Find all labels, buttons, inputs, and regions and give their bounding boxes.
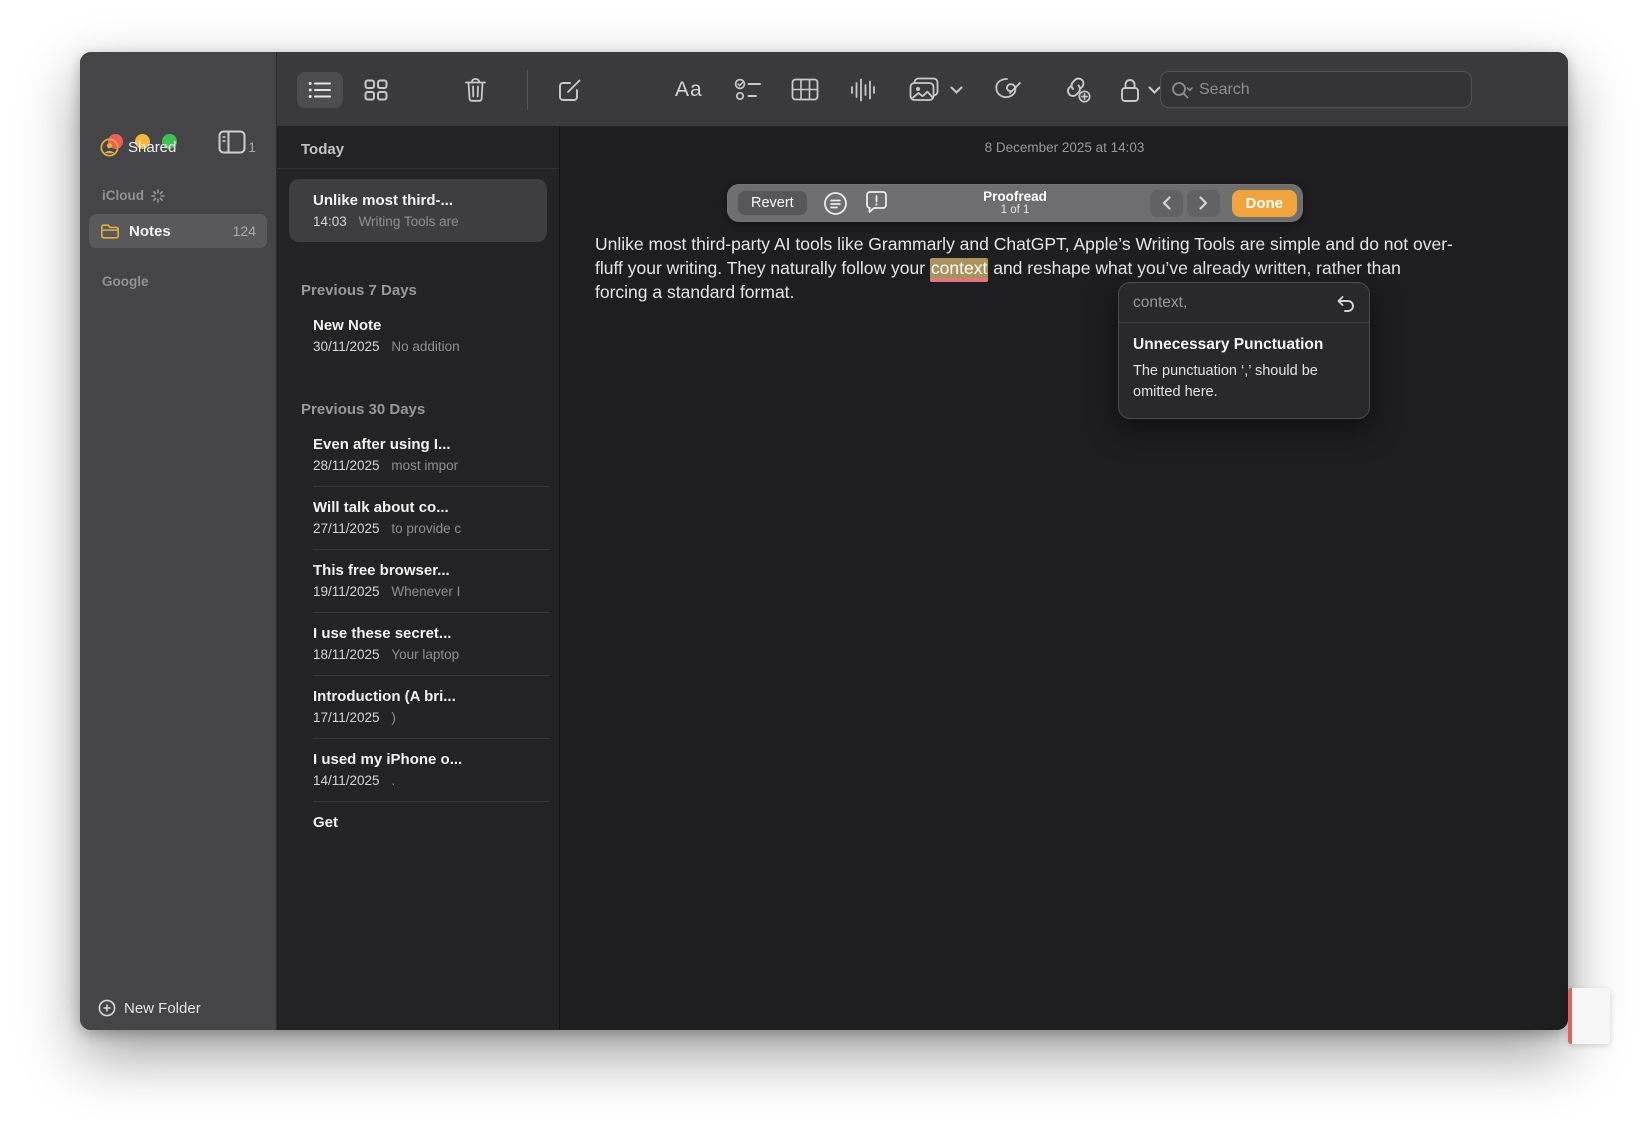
audio-waveform-button[interactable] (847, 52, 879, 127)
shared-person-icon (100, 138, 119, 157)
icloud-section-label: iCloud (102, 188, 144, 203)
shared-count: 1 (248, 139, 256, 155)
note-list-item[interactable]: This free browser... 19/11/2025 Whenever… (277, 550, 559, 612)
note-title: I use these secret... (313, 625, 545, 642)
note-title: Will talk about co... (313, 499, 545, 516)
note-list-item[interactable]: Will talk about co... 27/11/2025 to prov… (277, 487, 559, 549)
note-preview: No addition (391, 339, 459, 354)
suggestion-title: Unnecessary Punctuation (1119, 323, 1369, 354)
note-preview: most impor (391, 458, 458, 473)
search-icon (1171, 81, 1193, 99)
note-list-section-previous-30-days: Previous 30 Days (277, 367, 559, 424)
note-date: 19/11/2025 (313, 584, 380, 599)
note-list-item[interactable]: Introduction (A bri... 17/11/2025 ) (277, 676, 559, 738)
plus-circle-icon (98, 999, 116, 1017)
table-button[interactable] (789, 52, 821, 127)
sidebar-section-google[interactable]: Google (102, 274, 149, 289)
folder-icon (100, 223, 120, 240)
note-date: 28/11/2025 (313, 458, 380, 473)
background-page-artifact (1568, 988, 1610, 1044)
add-link-button[interactable] (1060, 52, 1094, 127)
next-suggestion-button[interactable] (1187, 190, 1220, 217)
sidebar: Shared 1 iCloud (80, 52, 277, 1030)
new-folder-label: New Folder (124, 1000, 201, 1017)
note-preview: . (391, 773, 395, 788)
sidebar-item-label: Shared (128, 139, 176, 156)
notes-window: Shared 1 iCloud (80, 52, 1568, 1030)
search-field[interactable] (1160, 71, 1472, 108)
note-preview: to provide c (391, 521, 461, 536)
note-date: 27/11/2025 (313, 521, 380, 536)
toolbar-separator (527, 70, 528, 110)
proofread-highlight[interactable]: context (930, 258, 988, 282)
format-button[interactable]: Aa (675, 52, 703, 127)
new-note-button[interactable] (554, 52, 586, 127)
summary-icon[interactable] (823, 191, 848, 216)
note-list-item-selected[interactable]: Unlike most third-... 14:03 Writing Tool… (289, 179, 547, 242)
note-list-item[interactable]: I used my iPhone o... 14/11/2025 . (277, 739, 559, 801)
note-date: 18/11/2025 (313, 647, 380, 662)
note-date: 30/11/2025 (313, 339, 380, 354)
sidebar-item-shared[interactable]: Shared 1 (89, 130, 267, 164)
note-preview: Whenever I (391, 584, 460, 599)
toolbar: Aa (277, 52, 1568, 127)
note-list-item[interactable]: New Note 30/11/2025 No addition (277, 305, 559, 367)
new-folder-button[interactable]: New Folder (98, 999, 201, 1017)
note-title: Unlike most third-... (313, 192, 533, 209)
feedback-bubble-icon[interactable] (864, 191, 889, 215)
note-list-item[interactable]: Get (277, 802, 559, 844)
note-title: Even after using I... (313, 436, 545, 453)
note-list-item[interactable]: Even after using I... 28/11/2025 most im… (277, 424, 559, 486)
sidebar-item-label: Notes (129, 223, 171, 240)
delete-note-button[interactable] (460, 52, 490, 127)
checklist-button[interactable] (732, 52, 764, 127)
note-list-section-previous-7-days: Previous 7 Days (277, 242, 559, 305)
note-title: New Note (313, 317, 545, 334)
search-input[interactable] (1199, 81, 1429, 99)
note-editor: 8 December 2025 at 14:03 Revert (561, 127, 1568, 1030)
gallery-view-button[interactable] (361, 52, 391, 127)
suggestion-popover: context, Unnecessary Punctuation The pun… (1118, 282, 1370, 419)
note-title: This free browser... (313, 562, 545, 579)
proofread-bar: Revert Proofread 1 of 1 (727, 184, 1303, 222)
done-button[interactable]: Done (1232, 190, 1298, 217)
format-aa-label: Aa (675, 78, 703, 102)
media-button[interactable] (907, 52, 941, 127)
note-preview: Your laptop (391, 647, 459, 662)
note-preview: Writing Tools are (359, 214, 459, 229)
sidebar-section-icloud: iCloud (102, 188, 165, 203)
note-date: 14/11/2025 (313, 773, 380, 788)
revert-button[interactable]: Revert (738, 191, 807, 215)
note-list-item[interactable]: I use these secret... 18/11/2025 Your la… (277, 613, 559, 675)
notes-count: 124 (233, 223, 256, 239)
note-title: Introduction (A bri... (313, 688, 545, 705)
sync-spinner-icon (151, 189, 165, 203)
writing-tools-button[interactable] (991, 52, 1025, 127)
google-section-label: Google (102, 274, 149, 289)
undo-icon[interactable] (1336, 295, 1355, 312)
media-chevron-down-icon[interactable] (948, 52, 964, 127)
note-title: I used my iPhone o... (313, 751, 545, 768)
suggestion-description: The punctuation ‘,’ should be omitted he… (1119, 354, 1369, 418)
note-list: Today Unlike most third-... 14:03 Writin… (277, 127, 560, 1030)
note-preview: ) (391, 710, 396, 725)
previous-suggestion-button[interactable] (1150, 190, 1183, 217)
original-text: context, (1133, 294, 1187, 312)
note-title: Get (313, 814, 545, 831)
sidebar-item-notes[interactable]: Notes 124 (89, 214, 267, 248)
note-date: 17/11/2025 (313, 710, 380, 725)
note-date: 14:03 (313, 214, 347, 229)
note-date-header: 8 December 2025 at 14:03 (561, 140, 1568, 155)
note-list-section-today: Today (277, 127, 559, 169)
lock-button[interactable] (1119, 52, 1141, 127)
list-view-button[interactable] (297, 72, 343, 108)
